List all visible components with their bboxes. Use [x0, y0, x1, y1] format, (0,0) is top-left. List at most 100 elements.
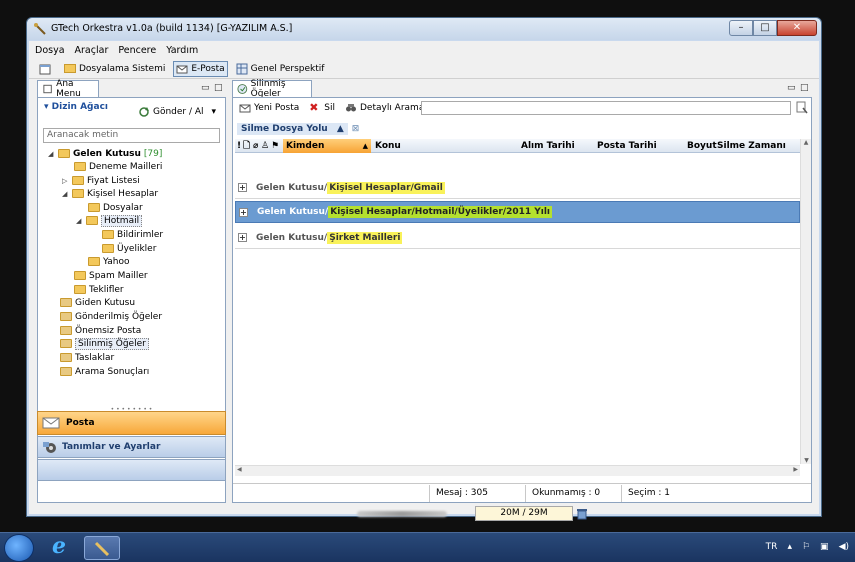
remove-group-icon[interactable]: ⊠	[352, 124, 360, 134]
minimize-button[interactable]: –	[729, 20, 753, 36]
col-boyut[interactable]: Boyut	[687, 141, 717, 151]
expand-group-icon[interactable]: +	[238, 233, 247, 242]
doc-col-icon[interactable]: 🗋	[243, 138, 253, 154]
tab-ana-menu[interactable]: Ana Menu	[37, 79, 99, 99]
tree-item-bildirimler[interactable]: Bildirimler	[102, 228, 163, 241]
yeni-posta-button[interactable]: Yeni Posta	[237, 100, 301, 116]
perspective-dosyalama[interactable]: Dosyalama Sistemi	[62, 61, 167, 77]
group-row[interactable]: + Gelen Kutusu/ Kişisel Hesaplar/Gmail	[235, 177, 800, 199]
tree-item-spam[interactable]: Spam Mailler	[74, 269, 148, 282]
user-col-icon[interactable]: ♙	[261, 141, 271, 151]
flag-col-icon[interactable]: ⚑	[271, 141, 283, 151]
tree-item-onemsiz[interactable]: Önemsiz Posta	[60, 324, 141, 337]
nav-posta[interactable]: Posta	[37, 411, 226, 435]
tree-search-input[interactable]: Aranacak metin	[43, 128, 220, 143]
ie-taskbar-button[interactable]: e	[46, 533, 82, 560]
tree-item-giden[interactable]: Giden Kutusu	[60, 296, 135, 309]
expanded-icon[interactable]: ◢	[62, 190, 70, 198]
col-alim-tarihi[interactable]: Alım Tarihi	[521, 141, 597, 151]
taskbar: e TR ▴ ⚐ ▣ ◀)	[0, 532, 855, 562]
right-minimize-icon[interactable]: ▭	[787, 83, 796, 93]
sil-button[interactable]: ✖ Sil	[307, 100, 337, 116]
section-dizin-agaci[interactable]: ▾ Dizin Ağacı	[44, 102, 108, 112]
menu-yardim[interactable]: Yardım	[166, 45, 198, 56]
close-button[interactable]: ✕	[777, 20, 817, 36]
flag-icon[interactable]: ⚐	[802, 542, 810, 552]
perspective-genel[interactable]: Genel Perspektif	[234, 61, 327, 77]
perspective-genel-label: Genel Perspektif	[250, 63, 325, 74]
expand-group-icon[interactable]: +	[238, 183, 247, 192]
network-icon[interactable]: ▣	[820, 542, 829, 552]
expanded-icon[interactable]: ◢	[76, 217, 84, 225]
tree-item-arama[interactable]: Arama Sonuçları	[60, 365, 149, 378]
mail-search-input[interactable]	[421, 101, 791, 115]
orkestra-taskbar-button[interactable]	[84, 536, 120, 560]
menu-bar: Dosya Araçlar Pencere Yardım	[29, 41, 819, 59]
tree-label: Deneme Mailleri	[89, 161, 163, 172]
tree-item-dosyalar[interactable]: Dosyalar	[88, 201, 143, 214]
collapse-icon: ▾	[44, 102, 49, 112]
menu-pencere[interactable]: Pencere	[118, 45, 156, 56]
tree-item-taslaklar[interactable]: Taslaklar	[60, 351, 114, 364]
maximize-button[interactable]: □	[753, 20, 777, 36]
scroll-up-icon[interactable]: ▲	[801, 139, 811, 146]
tree-item-yahoo[interactable]: Yahoo	[88, 255, 130, 268]
scroll-down-icon[interactable]: ▼	[801, 457, 812, 464]
clear-search-icon[interactable]	[796, 101, 808, 114]
dropdown-arrow-icon[interactable]: ▾	[212, 107, 217, 117]
menu-araclar[interactable]: Araçlar	[75, 45, 109, 56]
tree-item-fiyat[interactable]: ▷ Fiyat Listesi	[62, 174, 140, 187]
open-perspective-button[interactable]	[37, 61, 56, 77]
tree-label: Bildirimler	[117, 229, 164, 240]
window-title: GTech Orkestra v1.0a (build 1134) [G-YAZ…	[51, 23, 293, 34]
tab-silinmis[interactable]: Silinmiş Öğeler	[232, 79, 312, 99]
tree-item-deneme[interactable]: Deneme Mailleri	[74, 160, 162, 173]
tree-item-hotmail[interactable]: ◢ Hotmail	[76, 214, 143, 227]
collapsed-icon[interactable]: ▷	[62, 177, 70, 185]
tab-ana-menu-label: Ana Menu	[56, 79, 81, 99]
col-konu[interactable]: Konu	[371, 141, 521, 151]
group-row-selected[interactable]: + Gelen Kutusu/ Kişisel Hesaplar/Hotmail…	[235, 201, 800, 223]
sort-up-icon[interactable]: ▲	[337, 124, 344, 134]
menu-dosya[interactable]: Dosya	[35, 45, 65, 56]
col-silme-zamani[interactable]: Silme Zamanı	[717, 141, 786, 151]
tree-item-gonderilmis[interactable]: Gönderilmiş Öğeler	[60, 310, 162, 323]
tree-item-teklifler[interactable]: Teklifler	[74, 283, 124, 296]
col-posta-tarihi[interactable]: Posta Tarihi	[597, 141, 687, 151]
group-chip-silme-yolu[interactable]: Silme Dosya Yolu ▲	[237, 123, 348, 135]
perspective-eposta[interactable]: E-Posta	[173, 60, 228, 77]
nav-tanimlar[interactable]: Tanımlar ve Ayarlar	[37, 436, 226, 458]
left-maximize-icon[interactable]: □	[214, 83, 223, 93]
tree-item-silinmis[interactable]: Silinmiş Öğeler	[60, 337, 149, 350]
folder-icon	[102, 230, 114, 239]
expanded-icon[interactable]: ◢	[48, 150, 56, 158]
expand-group-icon[interactable]: +	[239, 207, 248, 217]
gonder-al-button[interactable]: Gönder / Al ▾	[138, 106, 216, 118]
nav-posta-label: Posta	[66, 418, 95, 428]
left-minimize-icon[interactable]: ▭	[201, 83, 210, 93]
right-maximize-icon[interactable]: □	[800, 83, 809, 93]
tree-item-gelen-kutusu[interactable]: ◢ Gelen Kutusu [79]	[48, 147, 162, 160]
tree-label: Kişisel Hesaplar	[87, 188, 159, 199]
priority-col-icon[interactable]: !	[235, 141, 243, 151]
tree-label: Hotmail	[101, 214, 143, 227]
ie-icon: e	[52, 533, 66, 559]
scroll-left-icon[interactable]: ◀	[237, 466, 242, 473]
garbage-collect-icon[interactable]	[577, 508, 587, 520]
tree-item-uyelikler[interactable]: Üyelikler	[102, 242, 156, 255]
sync-icon	[139, 107, 149, 117]
tray-expand-icon[interactable]: ▴	[787, 542, 792, 552]
volume-icon[interactable]: ◀)	[839, 542, 849, 552]
col-kimden[interactable]: Kimden ▲	[283, 138, 371, 153]
vertical-scrollbar[interactable]: ▲ ▼	[800, 139, 811, 464]
attachment-col-icon[interactable]: ⌀	[253, 141, 261, 151]
detayli-arama-button[interactable]: Detaylı Arama	[343, 100, 426, 116]
group-row[interactable]: + Gelen Kutusu/ Şirket Mailleri	[235, 227, 800, 249]
folder-icon	[74, 162, 86, 171]
horizontal-scrollbar[interactable]: ◀ ▶	[235, 465, 800, 476]
language-indicator[interactable]: TR	[766, 542, 778, 552]
right-tab-strip: Silinmiş Öğeler ▭ □	[232, 79, 812, 99]
scroll-right-icon[interactable]: ▶	[793, 466, 798, 473]
start-button[interactable]	[4, 534, 34, 562]
tree-item-kisisel[interactable]: ◢ Kişisel Hesaplar	[62, 187, 158, 200]
